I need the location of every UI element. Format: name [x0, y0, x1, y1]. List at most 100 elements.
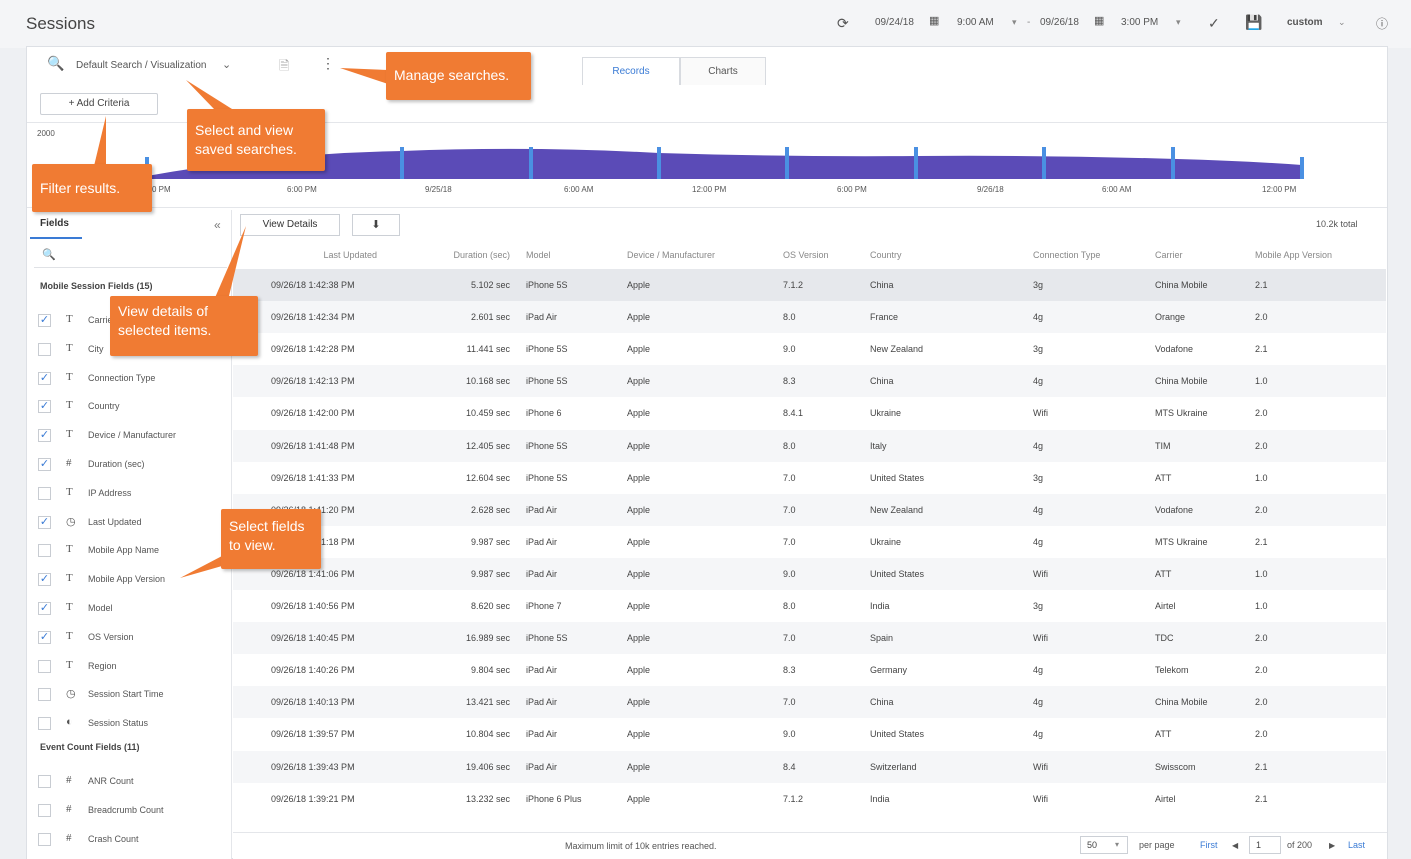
field-item[interactable]: ✓ T OS Version [38, 628, 228, 648]
column-header[interactable]: OS Version [783, 250, 829, 260]
tab-fields[interactable]: Fields [40, 218, 69, 229]
table-row[interactable]: 09/26/18 1:42:00 PM 10.459 sec iPhone 6 App… [233, 397, 1386, 429]
end-date-field[interactable]: 09/26/18 [1040, 17, 1079, 28]
checkbox-checked[interactable]: ✓ [38, 400, 51, 414]
checkbox-checked[interactable]: ✓ [38, 314, 51, 327]
field-item[interactable]: # ANR Count [38, 772, 228, 792]
checkbox[interactable] [38, 775, 51, 788]
save-search-icon[interactable]: 🗎 [279, 57, 289, 79]
checkbox[interactable] [38, 803, 51, 817]
tab-records[interactable]: Records [582, 57, 680, 85]
checkbox[interactable] [38, 486, 51, 500]
table-row[interactable]: 09/26/18 1:39:43 PM 19.406 sec iPad Air App… [233, 750, 1386, 783]
checkbox-checked[interactable]: ✓ [38, 515, 51, 529]
table-row[interactable]: 09/26/18 1:41:06 PM 9.987 sec iPad Air Appl… [233, 557, 1386, 590]
field-item[interactable]: ✓ # Duration (sec) [38, 455, 228, 475]
first-page-link[interactable]: First [1200, 840, 1218, 850]
chevron-down-icon[interactable]: ⌄ [1338, 17, 1346, 28]
view-details-button[interactable]: View Details [240, 214, 340, 236]
table-cell: 10.168 sec [465, 376, 510, 387]
start-date-field[interactable]: 09/24/18 [875, 17, 914, 28]
per-page-select[interactable]: 50 ▾ [1080, 836, 1128, 854]
field-item[interactable]: ✓ T Mobile App Version [38, 570, 228, 590]
checkbox-checked[interactable]: ✓ [38, 458, 51, 471]
end-time-field[interactable]: 3:00 PM [1121, 17, 1158, 28]
calendar-icon[interactable]: ▦ [1094, 14, 1104, 27]
field-item[interactable]: # Crash Count [38, 830, 228, 850]
checkbox[interactable] [38, 342, 51, 356]
table-row[interactable]: 09/26/18 1:41:20 PM2.628 seciPad AirAppl… [233, 493, 1386, 526]
checkbox-checked[interactable]: ✓ [38, 371, 51, 385]
field-item[interactable]: ✓ T Model [38, 599, 228, 619]
table-row[interactable]: 09/26/18 1:40:56 PM 8.620 sec iPhone 7 Appl… [233, 590, 1386, 622]
checkbox[interactable] [38, 717, 51, 731]
apply-check-icon[interactable]: ✓ [1208, 15, 1220, 32]
table-cell: 12.604 sec [465, 472, 510, 483]
prev-page-icon[interactable]: ◀ [1232, 841, 1238, 850]
last-page-link[interactable]: Last [1348, 840, 1365, 850]
range-preset-select[interactable]: custom [1287, 17, 1323, 28]
chevron-down-icon[interactable]: ⌄ [222, 58, 231, 71]
field-name: Device / Manufacturer [88, 430, 177, 441]
table-row[interactable]: 09/26/18 1:41:18 PM9.987 seciPad AirAppl… [233, 526, 1386, 558]
table-row[interactable]: 09/26/18 1:41:48 PM 12.405 sec iPhone 5S Ap… [233, 429, 1386, 462]
download-icon[interactable]: ⬇ [352, 214, 400, 236]
field-search-input[interactable]: 🔍 [34, 244, 227, 268]
table-row[interactable]: 09/26/18 1:40:13 PM 13.421 sec iPad Air App… [233, 686, 1386, 719]
field-item[interactable]: ✓ T Country [38, 397, 228, 417]
help-icon[interactable]: ⓘ [1376, 15, 1388, 32]
table-cell: 4g [1033, 729, 1044, 740]
field-item[interactable]: ◷ Session Start Time [38, 685, 228, 705]
saved-search-select[interactable]: Default Search / Visualization [76, 60, 206, 71]
checkbox[interactable] [38, 659, 51, 673]
checkbox-checked[interactable]: ✓ [38, 602, 51, 615]
column-header[interactable]: Mobile App Version [1255, 250, 1332, 260]
field-item[interactable]: T Mobile App Name [38, 541, 228, 561]
field-item[interactable]: T IP Address [38, 484, 228, 504]
checkbox-checked[interactable]: ✓ [38, 573, 51, 587]
table-row[interactable]: 09/26/18 1:42:38 PM 5.102 sec iPhone 5S App… [233, 269, 1386, 301]
column-header[interactable]: Carrier [1155, 250, 1183, 260]
start-time-field[interactable]: 9:00 AM [957, 17, 994, 28]
table-row[interactable]: 09/26/18 1:40:26 PM 9.804 sec iPad Air Appl… [233, 654, 1386, 686]
calendar-icon[interactable]: ▦ [929, 14, 939, 27]
column-header[interactable]: Connection Type [1033, 250, 1100, 260]
field-item[interactable]: # Breadcrumb Count [38, 801, 228, 821]
table-cell: 09/26/18 1:42:38 PM [271, 280, 355, 290]
tab-charts[interactable]: Charts [680, 57, 766, 85]
table-row[interactable]: 09/26/18 1:39:21 PM 13.232 sec iPhone 6 Pl… [233, 783, 1386, 815]
callout-manage-searches: Manage searches. [386, 52, 531, 100]
table-row[interactable]: 09/26/18 1:42:28 PM 11.441 sec iPhone 5S Ap… [233, 333, 1386, 365]
field-item[interactable]: T Region [38, 657, 228, 677]
table-cell: ATT [1155, 472, 1172, 483]
table-row[interactable]: 09/26/18 1:42:34 PM 2.601 sec iPad Air Appl… [233, 301, 1386, 334]
table-row[interactable]: 09/26/18 1:42:13 PM 10.168 sec iPhone 5S Ap… [233, 365, 1386, 398]
field-item[interactable]: ✓ T Connection Type [38, 369, 228, 389]
checkbox[interactable] [38, 688, 51, 702]
table-cell: 09/26/18 1:42:28 PM [271, 344, 355, 355]
more-options-icon[interactable]: ⋮ [321, 55, 335, 72]
checkbox[interactable] [38, 544, 51, 558]
collapse-sidebar-icon[interactable]: « [214, 218, 221, 232]
start-time-caret-icon[interactable]: ▾ [1012, 17, 1017, 28]
column-header[interactable]: Country [870, 250, 902, 260]
page-number-input[interactable]: 1 [1249, 836, 1281, 854]
table-row[interactable]: 09/26/18 1:41:33 PM 12.604 sec iPhone 5S Ap… [233, 462, 1386, 494]
column-header[interactable]: Device / Manufacturer [627, 250, 715, 260]
field-item[interactable]: ✓ T Device / Manufacturer [38, 426, 228, 446]
field-item[interactable]: ◐ Session Status [38, 714, 228, 734]
column-header[interactable]: Last Updated [323, 250, 377, 260]
add-criteria-button[interactable]: + Add Criteria [40, 93, 158, 115]
field-item[interactable]: ✓ ◷ Last Updated [38, 513, 228, 533]
refresh-icon[interactable]: ⟳ [837, 15, 849, 32]
end-time-caret-icon[interactable]: ▾ [1176, 17, 1181, 28]
checkbox-checked[interactable]: ✓ [38, 630, 51, 644]
next-page-icon[interactable]: ▶ [1329, 841, 1335, 850]
column-header[interactable]: Duration (sec) [453, 250, 510, 260]
save-icon[interactable]: 💾 [1245, 14, 1262, 31]
checkbox-checked[interactable]: ✓ [38, 429, 51, 443]
table-row[interactable]: 09/26/18 1:39:57 PM 10.804 sec iPad Air App… [233, 718, 1386, 750]
column-header[interactable]: Model [526, 250, 551, 260]
checkbox[interactable] [38, 832, 51, 846]
table-row[interactable]: 09/26/18 1:40:45 PM 16.989 sec iPhone 5S Ap… [233, 622, 1386, 655]
